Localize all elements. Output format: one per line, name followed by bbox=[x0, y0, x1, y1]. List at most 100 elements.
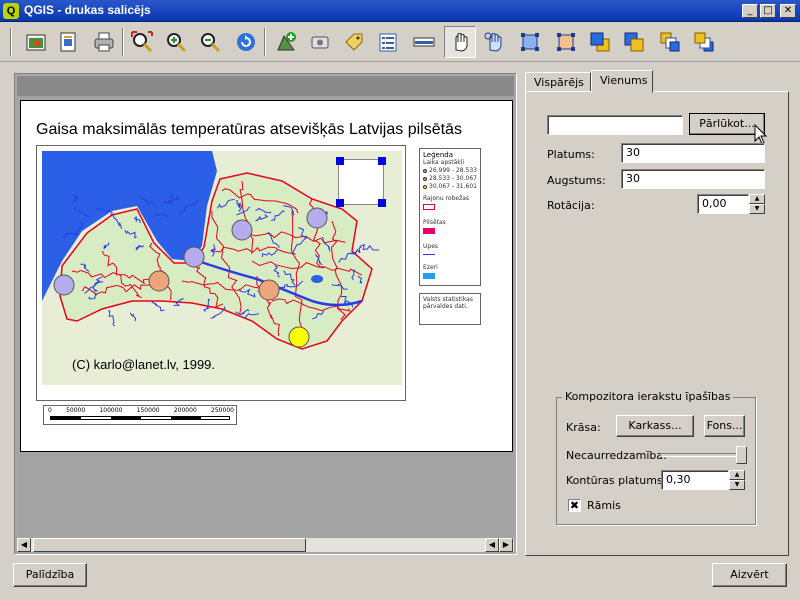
selection-handle[interactable] bbox=[378, 199, 386, 207]
group-icon bbox=[521, 33, 539, 51]
add-label-tag-button[interactable] bbox=[338, 26, 370, 58]
horizontal-scrollbar[interactable]: ◀ ◀ ▶ bbox=[17, 538, 514, 552]
splitter-handle[interactable] bbox=[519, 73, 523, 555]
legend-layer-districts: Rajonu robežas bbox=[423, 195, 470, 202]
map-item[interactable]: (C) karlo@lanet.lv, 1999. bbox=[36, 145, 406, 401]
ungroup-button[interactable] bbox=[550, 26, 582, 58]
select-move-item-button[interactable] bbox=[444, 26, 476, 58]
map-title-label[interactable]: Gaisa maksimālās temperatūras atsevišķās… bbox=[36, 121, 462, 139]
picture-path-input[interactable] bbox=[547, 115, 683, 135]
group-title: Kompozitora ierakstu īpašības bbox=[562, 390, 734, 403]
spin-down-icon[interactable]: ▼ bbox=[749, 204, 765, 214]
raise-button[interactable] bbox=[584, 26, 616, 58]
scroll-left-button[interactable]: ◀ bbox=[17, 538, 31, 552]
width-label: Platums: bbox=[547, 148, 595, 161]
lower-button[interactable] bbox=[618, 26, 650, 58]
zoom-full-button[interactable] bbox=[126, 26, 158, 58]
lake bbox=[311, 275, 323, 283]
legend-swatch bbox=[423, 185, 427, 189]
title-bar: Q QGIS - drukas salicējs _ □ ✕ bbox=[0, 0, 800, 22]
help-button[interactable]: Palīdzība bbox=[13, 563, 87, 587]
opacity-slider-track[interactable] bbox=[660, 453, 744, 457]
move-to-top-button[interactable] bbox=[654, 26, 686, 58]
tab-item[interactable]: Vienums bbox=[591, 70, 653, 93]
city-point bbox=[231, 219, 253, 241]
minimize-button[interactable]: _ bbox=[742, 4, 758, 18]
scalebar-bar bbox=[50, 416, 230, 420]
selection-handle[interactable] bbox=[336, 157, 344, 165]
legend-item[interactable]: Leģenda Laika apstākļi 26.999 - 28.533 2… bbox=[419, 148, 481, 286]
spin-up-icon[interactable]: ▲ bbox=[749, 194, 765, 204]
print-button[interactable] bbox=[88, 26, 120, 58]
legend-layer-lakes: Ezeri bbox=[423, 264, 438, 271]
lower-icon bbox=[624, 32, 644, 52]
spin-down-icon[interactable]: ▼ bbox=[729, 480, 745, 490]
city-point bbox=[306, 207, 328, 229]
close-button[interactable]: Aizvērt bbox=[712, 563, 787, 587]
zoom-out-button[interactable] bbox=[194, 26, 226, 58]
selection-handle[interactable] bbox=[378, 157, 386, 165]
ungroup-icon bbox=[557, 33, 575, 51]
spin-up-icon[interactable]: ▲ bbox=[729, 470, 745, 480]
composer-view[interactable]: Gaisa maksimālās temperatūras atsevišķās… bbox=[17, 76, 514, 538]
legend-swatch bbox=[423, 169, 427, 173]
legend-class-1: 26.999 - 28.533 bbox=[423, 167, 477, 175]
map-canvas[interactable]: (C) karlo@lanet.lv, 1999. bbox=[42, 151, 402, 385]
add-legend-button[interactable] bbox=[372, 26, 404, 58]
add-new-map-icon bbox=[277, 32, 296, 51]
legend-swatch bbox=[423, 254, 435, 255]
zoom-in-button[interactable] bbox=[160, 26, 192, 58]
height-input[interactable]: 30 bbox=[621, 169, 765, 189]
move-to-bottom-button[interactable] bbox=[688, 26, 720, 58]
add-image-button[interactable] bbox=[304, 26, 336, 58]
selection-handle[interactable] bbox=[336, 199, 344, 207]
add-scalebar-button[interactable] bbox=[408, 26, 440, 58]
opacity-slider-handle[interactable] bbox=[736, 446, 748, 464]
composition-page[interactable]: Gaisa maksimālās temperatūras atsevišķās… bbox=[20, 100, 513, 452]
maximize-button[interactable]: □ bbox=[760, 4, 776, 18]
source-label[interactable]: Valsts statistikas pārvaldes dati. bbox=[419, 293, 481, 325]
legend-swatch bbox=[423, 228, 435, 234]
scrollbar-thumb[interactable] bbox=[33, 538, 306, 552]
zoom-in-icon bbox=[167, 33, 187, 53]
frame-checkbox[interactable]: ✖ bbox=[568, 499, 581, 512]
scroll-left-button[interactable]: ◀ bbox=[485, 538, 499, 552]
toolbar-separator bbox=[264, 28, 266, 56]
move-to-top-icon bbox=[660, 32, 680, 52]
width-input[interactable]: 30 bbox=[621, 143, 765, 163]
group-button[interactable] bbox=[514, 26, 546, 58]
refresh-button[interactable] bbox=[230, 26, 262, 58]
add-map-button[interactable] bbox=[20, 26, 52, 58]
legend-swatch bbox=[423, 273, 435, 279]
legend-title: Leģenda bbox=[423, 151, 454, 159]
background-color-button[interactable]: Fons... bbox=[704, 415, 745, 437]
rotation-spinbox[interactable]: 0,00 bbox=[697, 194, 749, 214]
scalebar-item[interactable]: 0 50000 100000 150000 200000 250000 bbox=[43, 405, 237, 425]
tab-general[interactable]: Vispārējs bbox=[525, 72, 591, 92]
outline-spin-buttons[interactable]: ▲ ▼ bbox=[729, 470, 745, 490]
outline-width-label: Kontūras platums bbox=[566, 474, 663, 487]
city-point bbox=[53, 274, 75, 296]
window-title: QGIS - drukas salicējs bbox=[24, 3, 151, 17]
zoom-out-icon bbox=[201, 33, 221, 53]
frame-color-button[interactable]: Karkass... bbox=[616, 415, 694, 437]
add-new-map-button[interactable] bbox=[270, 26, 302, 58]
legend-class-3: 30.067 - 31.601 bbox=[423, 183, 477, 191]
outline-width-spinbox[interactable]: 0,30 bbox=[661, 470, 729, 490]
rotation-spin-buttons[interactable]: ▲ ▼ bbox=[749, 194, 765, 214]
river bbox=[129, 312, 137, 322]
zoom-full-icon bbox=[131, 31, 153, 53]
scroll-right-button[interactable]: ▶ bbox=[499, 538, 513, 552]
add-label-button[interactable] bbox=[52, 26, 84, 58]
composer-canvas[interactable]: Gaisa maksimālās temperatūras atsevišķās… bbox=[14, 73, 517, 555]
selected-image-item[interactable] bbox=[336, 157, 386, 207]
add-legend-icon bbox=[379, 33, 397, 52]
raise-icon bbox=[590, 32, 610, 52]
legend-layer-rivers: Upes bbox=[423, 243, 439, 250]
move-content-button[interactable] bbox=[478, 26, 510, 58]
toolbar-separator bbox=[122, 28, 124, 56]
credit-label[interactable]: (C) karlo@lanet.lv, 1999. bbox=[72, 357, 215, 372]
scalebar-labels: 0 50000 100000 150000 200000 250000 bbox=[48, 407, 234, 414]
close-window-button[interactable]: ✕ bbox=[780, 4, 796, 18]
select-move-item-icon bbox=[455, 33, 468, 52]
